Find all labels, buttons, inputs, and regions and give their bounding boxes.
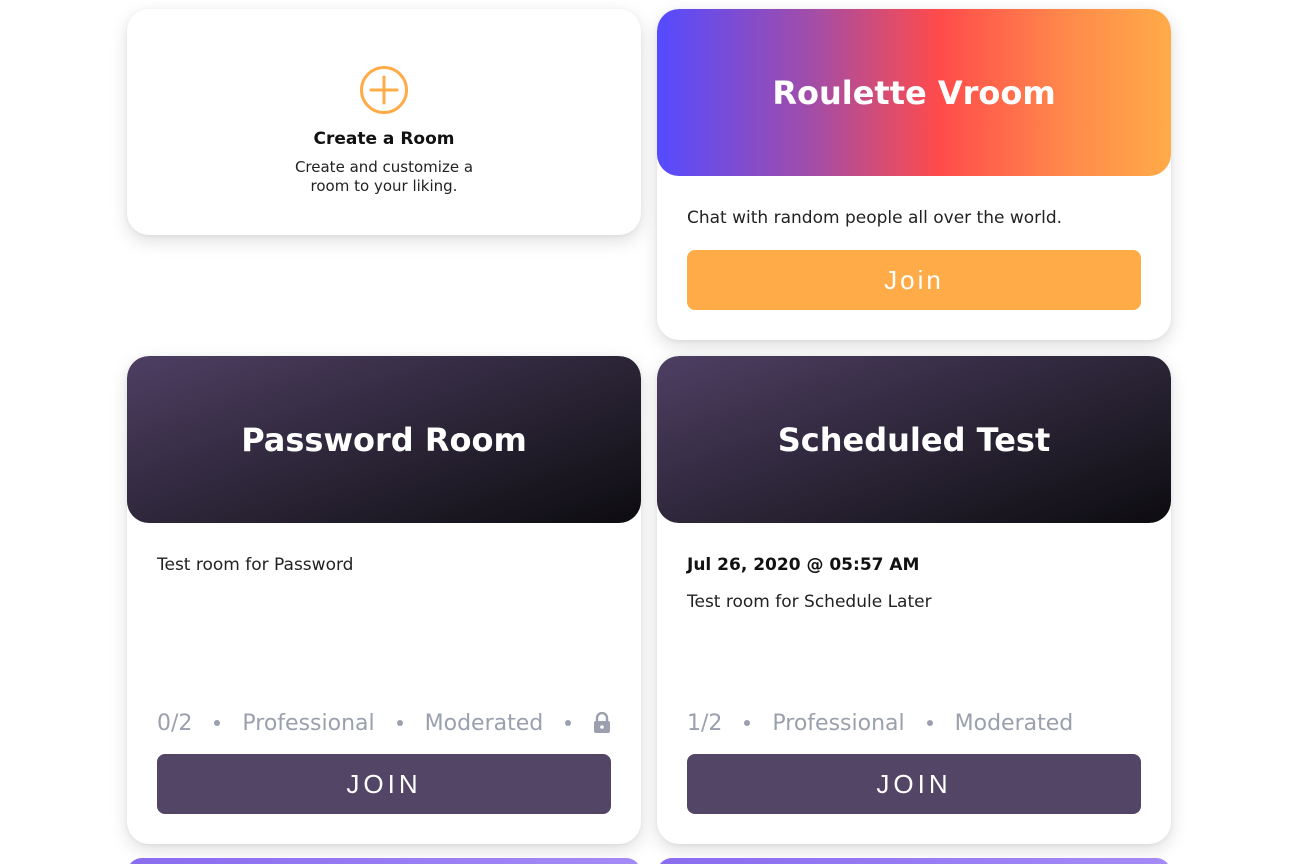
room-moderation: Moderated [424,710,544,736]
room-schedule-date: Jul 26, 2020 @ 05:57 AM [687,555,920,575]
room-title: Password Room [241,420,527,459]
lock-icon [594,712,611,733]
room-occupancy: 0/2 [157,710,193,736]
scheduled-room-card: Scheduled Test Jul 26, 2020 @ 05:57 AM T… [657,356,1171,844]
room-tier: Professional [772,710,905,736]
room-banner: Scheduled Test [657,356,1171,523]
room-occupancy: 1/2 [687,710,723,736]
separator-dot [926,720,933,726]
roulette-banner: Roulette Vroom [657,9,1171,176]
room-title: Scheduled Test [777,420,1051,459]
create-room-title: Create a Room [313,129,455,149]
room-banner: Password Room [127,356,641,523]
roulette-join-button[interactable]: Join [687,250,1141,310]
room-moderation: Moderated [954,710,1074,736]
separator-dot [744,720,751,726]
separator-dot [565,720,572,726]
room-meta: 1/2 Professional Moderated [687,709,1073,737]
room-description: Test room for Schedule Later [687,592,932,612]
create-room-description: Create and customize a room to your liki… [294,158,474,195]
roulette-room-card: Roulette Vroom Chat with random people a… [657,9,1171,340]
create-room-card[interactable]: Create a Room Create and customize a roo… [127,9,641,235]
room-title: Roulette Vroom [772,73,1056,112]
separator-dot [214,720,221,726]
scheduled-room-join-button[interactable]: JOIN [687,754,1141,814]
separator-dot [396,720,403,726]
plus-circle-icon [360,66,408,114]
room-description: Test room for Password [157,555,354,575]
room-description: Chat with random people all over the wor… [687,208,1063,228]
password-room-join-button[interactable]: JOIN [157,754,611,814]
room-meta: 0/2 Professional Moderated [157,709,611,737]
room-card-partial [657,858,1171,864]
room-tier: Professional [242,710,375,736]
password-room-card: Password Room Test room for Password 0/2… [127,356,641,844]
room-card-partial [127,858,641,864]
